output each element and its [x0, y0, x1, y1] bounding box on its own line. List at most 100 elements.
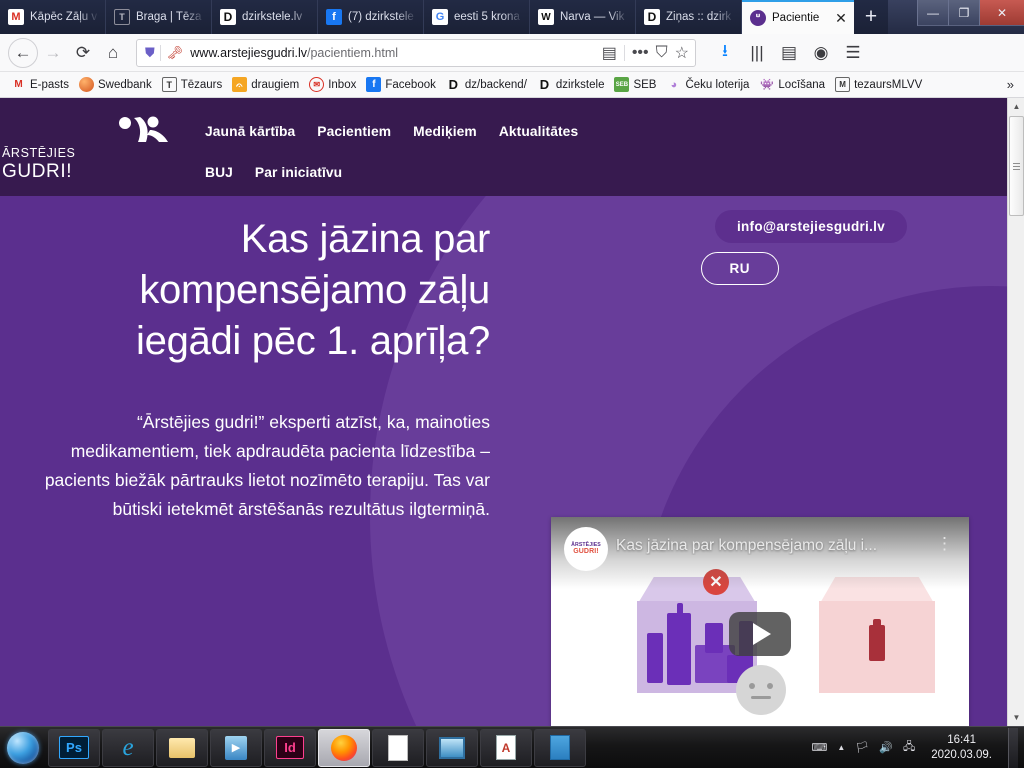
- account-icon[interactable]: ◉: [806, 38, 836, 68]
- taskbar-app-text-document[interactable]: [372, 729, 424, 767]
- back-button[interactable]: ←: [8, 38, 38, 68]
- channel-avatar[interactable]: ĀRSTĒJIES GUDRI!: [564, 527, 608, 571]
- nav-item-buj[interactable]: BUJ: [205, 165, 233, 180]
- youtube-video-embed[interactable]: ✕ ĀRSTĒJIES GUDRI! K: [551, 517, 969, 726]
- tab-strip: M Kāpēc Zāļu v T Braga | Tēza D dzirkste…: [0, 0, 1024, 34]
- bookmark-item[interactable]: M E-pasts: [6, 75, 74, 94]
- reader-view-icon[interactable]: ▤: [602, 43, 617, 63]
- bookmarks-overflow-icon[interactable]: »: [1007, 77, 1018, 92]
- bookmark-item[interactable]: D dzirkstele: [532, 75, 610, 94]
- bookmark-item[interactable]: 👾 Locīšana: [754, 75, 830, 94]
- address-bar[interactable]: ⛊ 🗝 www.arstejiesgudri.lv/pacientiem.htm…: [136, 39, 696, 67]
- taskbar-app-media-player[interactable]: ▶: [210, 729, 262, 767]
- video-title[interactable]: Kas jāzina par kompensējamo zāļu i...: [616, 537, 923, 555]
- text-document-icon: [388, 735, 408, 761]
- face-mouth: [751, 696, 771, 699]
- reload-button[interactable]: ⟳: [68, 38, 98, 68]
- keyboard-icon[interactable]: ⌨: [811, 741, 827, 754]
- site-logo[interactable]: ĀRSTĒJIES GUDRI!: [76, 116, 172, 182]
- page-actions-icon[interactable]: •••: [632, 44, 649, 62]
- browser-tab[interactable]: M Kāpēc Zāļu v: [0, 0, 106, 34]
- nav-item-aktualitates[interactable]: Aktualitātes: [499, 124, 578, 139]
- scroll-down-icon[interactable]: ▼: [1008, 709, 1024, 726]
- start-button[interactable]: [0, 728, 46, 768]
- show-hidden-icons[interactable]: ▲: [837, 743, 845, 752]
- bookmark-label: SEB: [633, 79, 656, 91]
- arstejies-gudri-mark-icon: [116, 116, 172, 144]
- medicine-bottle: [705, 623, 723, 653]
- restore-button[interactable]: ❐: [948, 0, 979, 26]
- taskbar-app-firefox[interactable]: [318, 729, 370, 767]
- more-options-icon[interactable]: ⋮: [936, 537, 953, 551]
- shield-icon[interactable]: ⛊: [145, 45, 155, 61]
- navigation-toolbar: ← → ⟳ ⌂ ⛊ 🗝 www.arstejiesgudri.lv/pacien…: [0, 34, 1024, 72]
- minimize-button[interactable]: —: [917, 0, 948, 26]
- internet-explorer-icon: e: [122, 734, 133, 762]
- bookmark-item[interactable]: T Tēzaurs: [157, 75, 228, 94]
- bookmark-label: Tēzaurs: [181, 79, 223, 91]
- play-button-icon[interactable]: [729, 612, 791, 656]
- close-tab-icon[interactable]: ✕: [834, 11, 848, 25]
- tezaurs-icon: T: [162, 77, 177, 92]
- bookmark-item[interactable]: D dz/backend/: [441, 75, 532, 94]
- google-icon: G: [432, 9, 448, 25]
- browser-tab[interactable]: f (7) dzirkstele: [318, 0, 424, 34]
- taskbar-app-wordpad[interactable]: A: [480, 729, 532, 767]
- taskbar-app-libreoffice-writer[interactable]: [534, 729, 586, 767]
- vertical-scrollbar[interactable]: ▲ ▼: [1007, 98, 1024, 726]
- divider: [624, 45, 625, 61]
- show-desktop-button[interactable]: [1008, 728, 1018, 768]
- browser-tab[interactable]: D Ziņas :: dzirk: [636, 0, 742, 34]
- taskbar-app-internet-explorer[interactable]: e: [102, 729, 154, 767]
- network-icon[interactable]: 🖧: [903, 738, 915, 757]
- pocket-icon[interactable]: ⛉: [656, 44, 668, 62]
- menu-icon[interactable]: ☰: [838, 38, 868, 68]
- sidebar-icon[interactable]: ▤: [774, 38, 804, 68]
- bookmark-item[interactable]: M tezaursMLVV: [830, 75, 927, 94]
- nav-item-medikiem[interactable]: Mediķiem: [413, 124, 477, 139]
- taskbar-app-file-explorer[interactable]: [156, 729, 208, 767]
- browser-tab[interactable]: W Narva — Vik: [530, 0, 636, 34]
- bookmark-star-icon[interactable]: ☆: [675, 43, 689, 63]
- downloads-icon[interactable]: ⭳: [710, 38, 740, 68]
- home-button[interactable]: ⌂: [98, 38, 128, 68]
- bookmark-item[interactable]: ✉ Inbox: [304, 75, 361, 94]
- new-tab-button[interactable]: +: [854, 0, 888, 34]
- bookmark-item[interactable]: Swedbank: [74, 75, 157, 94]
- clock[interactable]: 16:41 2020.03.09.: [925, 733, 998, 763]
- tab-label: Pacientie: [772, 12, 834, 24]
- bookmark-item[interactable]: f Facebook: [361, 75, 441, 94]
- scrollbar-thumb[interactable]: [1009, 116, 1024, 216]
- taskbar-app-indesign[interactable]: Id: [264, 729, 316, 767]
- bookmark-item[interactable]: SEB SEB: [609, 75, 661, 94]
- browser-tab-active[interactable]: ᐜ Pacientie ✕: [742, 0, 854, 34]
- nav-item-pacientiem[interactable]: Pacientiem: [317, 124, 391, 139]
- bookmark-item[interactable]: ᨊ draugiem: [227, 75, 304, 94]
- lock-strikethrough-icon[interactable]: 🗝: [167, 45, 184, 61]
- email-button[interactable]: info@arstejiesgudri.lv: [715, 210, 907, 243]
- browser-tab[interactable]: G eesti 5 krona: [424, 0, 530, 34]
- logo-line-1: ĀRSTĒJIES: [2, 146, 75, 160]
- nav-item-jauna-kartiba[interactable]: Jaunā kārtība: [205, 124, 295, 139]
- bookmark-label: tezaursMLVV: [854, 79, 922, 91]
- bookmark-item[interactable]: ◕ Čeku loterija: [661, 75, 754, 94]
- bookmark-label: dz/backend/: [465, 79, 527, 91]
- wordpad-icon: A: [496, 735, 516, 760]
- locisana-icon: 👾: [759, 77, 774, 92]
- taskbar-app-photoshop[interactable]: Ps: [48, 729, 100, 767]
- medicine-bottle: [667, 613, 691, 685]
- library-icon[interactable]: |||: [742, 38, 772, 68]
- clock-time: 16:41: [931, 733, 992, 748]
- action-center-icon[interactable]: 🏳: [855, 741, 869, 754]
- browser-tab[interactable]: D dzirkstele.lv: [212, 0, 318, 34]
- libreoffice-writer-icon: [550, 735, 570, 760]
- language-ru-button[interactable]: RU: [701, 252, 780, 285]
- forward-button[interactable]: →: [38, 38, 68, 68]
- browser-tab[interactable]: T Braga | Tēza: [106, 0, 212, 34]
- taskbar-app-image-viewer[interactable]: [426, 729, 478, 767]
- scroll-up-icon[interactable]: ▲: [1008, 98, 1024, 115]
- nav-item-par-iniciativu[interactable]: Par iniciatīvu: [255, 165, 342, 180]
- nav-row-primary: Jaunā kārtība Pacientiem Mediķiem Aktual…: [205, 116, 625, 146]
- close-window-button[interactable]: ✕: [979, 0, 1024, 26]
- volume-icon[interactable]: 🔊: [879, 741, 893, 754]
